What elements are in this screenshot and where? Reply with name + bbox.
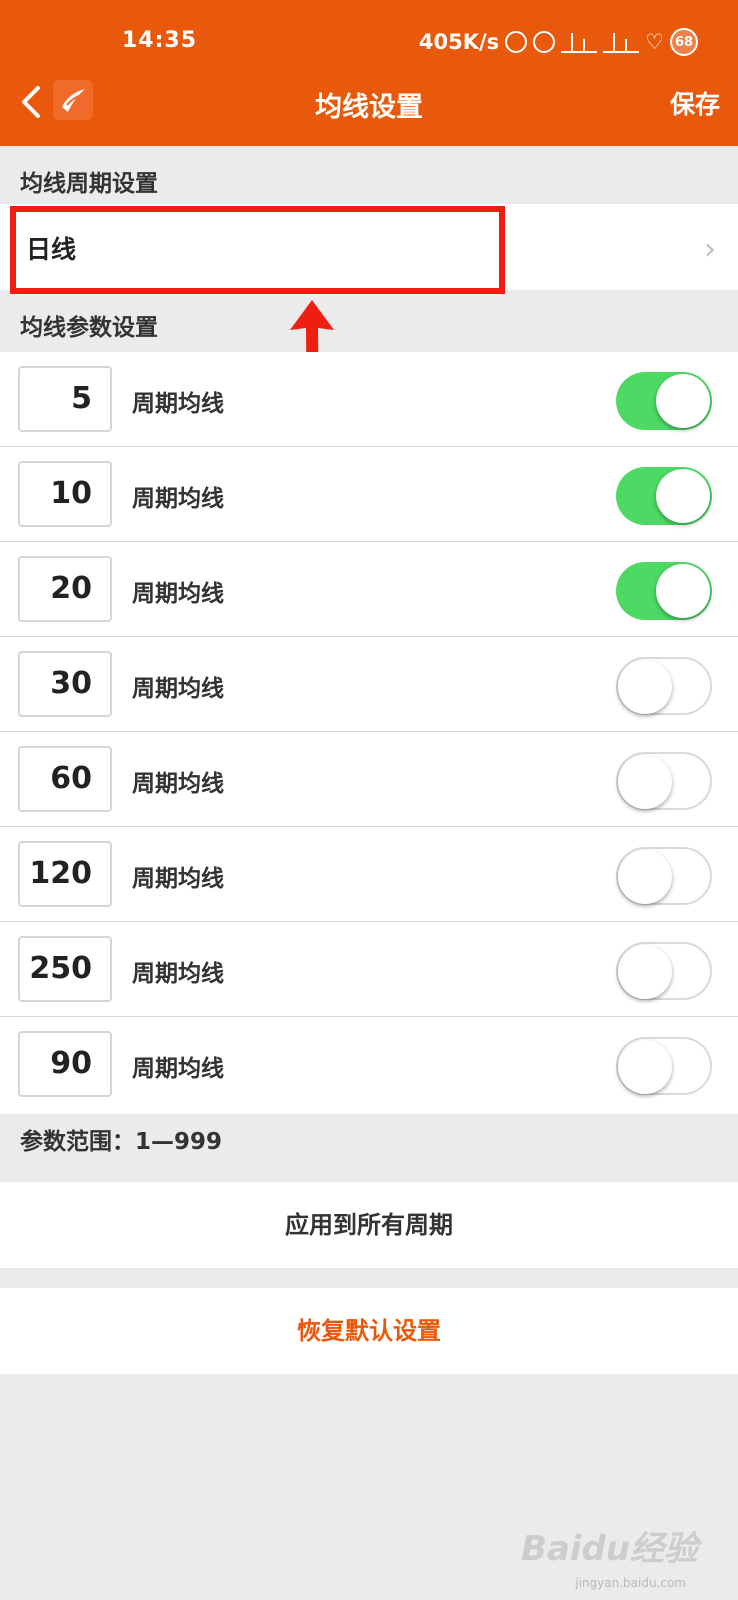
- param-toggle[interactable]: [616, 657, 712, 715]
- toggle-knob: [656, 374, 710, 428]
- signal-hd-icon: [561, 31, 598, 53]
- signal-hd-icon: [603, 31, 640, 53]
- toggle-knob: [618, 660, 672, 714]
- status-icons: 405K/s ♡ 68: [419, 28, 698, 56]
- toggle-knob: [656, 469, 710, 523]
- toggle-knob: [656, 564, 710, 618]
- watermark-url: jingyan.baidu.com: [575, 1576, 686, 1590]
- param-toggle[interactable]: [616, 1037, 712, 1095]
- param-value-input[interactable]: 30: [18, 651, 112, 717]
- annotation-highlight-box: [10, 206, 505, 294]
- param-toggle[interactable]: [616, 372, 712, 430]
- param-label: 周期均线: [132, 391, 224, 417]
- param-label: 周期均线: [132, 1056, 224, 1082]
- watermark-logo: Baidu经验: [520, 1529, 698, 1569]
- param-toggle[interactable]: [616, 752, 712, 810]
- heart-icon: ♡: [645, 30, 664, 54]
- param-row: 20 周期均线: [0, 542, 738, 637]
- param-value-input[interactable]: 20: [18, 556, 112, 622]
- param-value-input[interactable]: 10: [18, 461, 112, 527]
- param-value-input[interactable]: 250: [18, 936, 112, 1002]
- alarm-icon: [533, 31, 556, 53]
- param-row: 60 周期均线: [0, 732, 738, 827]
- page-title: 均线设置: [315, 92, 423, 123]
- period-section-header: 均线周期设置: [20, 171, 158, 197]
- chevron-right-icon: ›: [704, 232, 716, 267]
- toggle-knob: [618, 1040, 672, 1094]
- param-label: 周期均线: [132, 771, 224, 797]
- save-button[interactable]: 保存: [670, 85, 720, 121]
- param-row: 10 周期均线: [0, 447, 738, 542]
- params-section-header: 均线参数设置: [20, 315, 158, 341]
- param-row: 250 周期均线: [0, 922, 738, 1017]
- status-time: 14:35: [122, 28, 198, 53]
- param-label: 周期均线: [132, 961, 224, 987]
- param-value-input[interactable]: 60: [18, 746, 112, 812]
- param-toggle[interactable]: [616, 467, 712, 525]
- param-toggle[interactable]: [616, 847, 712, 905]
- param-range-note: 参数范围：1—999: [20, 1129, 223, 1155]
- param-value-input[interactable]: 120: [18, 841, 112, 907]
- param-row: 30 周期均线: [0, 637, 738, 732]
- param-value-input[interactable]: 90: [18, 1031, 112, 1097]
- param-toggle[interactable]: [616, 562, 712, 620]
- toggle-knob: [618, 850, 672, 904]
- param-label: 周期均线: [132, 866, 224, 892]
- param-value-input[interactable]: 5: [18, 366, 112, 432]
- battery-icon: 68: [670, 28, 698, 56]
- toggle-knob: [618, 755, 672, 809]
- top-bar: 14:35 405K/s ♡ 68 均线设置 保存: [0, 0, 738, 146]
- apply-all-periods-button[interactable]: 应用到所有周期: [0, 1182, 738, 1268]
- param-label: 周期均线: [132, 486, 224, 512]
- param-row: 5 周期均线: [0, 352, 738, 447]
- bluetooth-icon: [505, 31, 528, 53]
- param-list: 5 周期均线 10 周期均线 20 周期均线 30 周期均线 60 周期均线 1…: [0, 352, 738, 1114]
- param-row: 120 周期均线: [0, 827, 738, 922]
- param-label: 周期均线: [132, 581, 224, 607]
- param-row: 90 周期均线: [0, 1017, 738, 1112]
- param-toggle[interactable]: [616, 942, 712, 1000]
- network-speed: 405K/s: [418, 30, 500, 54]
- param-label: 周期均线: [132, 676, 224, 702]
- toggle-knob: [618, 945, 672, 999]
- restore-defaults-button[interactable]: 恢复默认设置: [0, 1288, 738, 1374]
